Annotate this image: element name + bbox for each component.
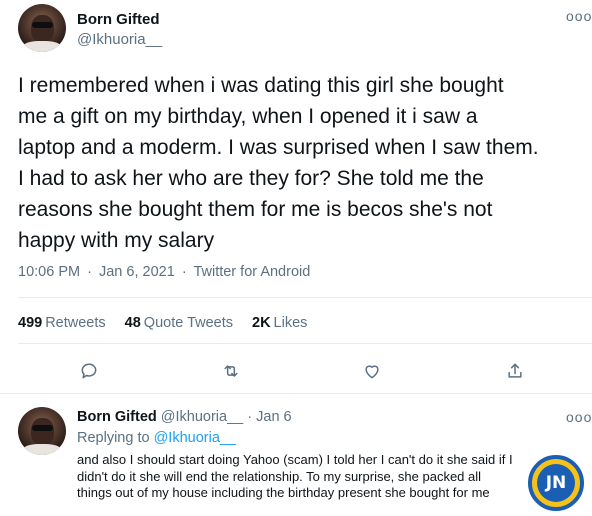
replying-prefix: Replying to (77, 430, 150, 446)
meta-separator: · (181, 264, 187, 280)
tweet-date[interactable]: Jan 6 (256, 409, 291, 425)
avatar[interactable] (18, 407, 66, 455)
user-handle[interactable]: @Ikhuoria__ (161, 409, 243, 425)
retweet-icon[interactable] (218, 358, 244, 384)
share-icon[interactable] (502, 358, 528, 384)
divider (18, 343, 592, 344)
user-handle[interactable]: @Ikhuoria__ (77, 31, 162, 48)
more-options-icon[interactable]: ooo (566, 9, 592, 23)
display-name[interactable]: Born Gifted (77, 409, 157, 425)
reply-text: and also I should start doing Yahoo (sca… (77, 452, 513, 500)
meta-separator: · (247, 409, 253, 425)
watermark-text: JN (537, 464, 575, 502)
more-options-icon[interactable]: ooo (566, 410, 592, 424)
likes-stat[interactable]: 2K Likes (252, 315, 307, 331)
replying-to: Replying to @Ikhuoria__ (77, 430, 236, 446)
tweet-time[interactable]: 10:06 PM (18, 264, 80, 280)
divider (18, 297, 592, 298)
main-tweet: Born Gifted @Ikhuoria__ ooo I remembered… (0, 0, 592, 394)
retweets-stat[interactable]: 499 Retweets (18, 315, 106, 331)
tweet-meta: 10:06 PM · Jan 6, 2021 · Twitter for And… (18, 264, 310, 280)
action-bar (0, 358, 592, 386)
reply-header: Born Gifted @Ikhuoria__ · Jan 6 (77, 409, 292, 425)
tweet-stats: 499 Retweets 48 Quote Tweets 2K Likes (18, 315, 326, 331)
tweet-source[interactable]: Twitter for Android (193, 264, 310, 280)
like-icon[interactable] (359, 358, 385, 384)
avatar[interactable] (18, 4, 66, 52)
tweet-date[interactable]: Jan 6, 2021 (99, 264, 175, 280)
watermark-logo: JN (528, 455, 584, 511)
replying-to-link[interactable]: @Ikhuoria__ (154, 430, 236, 446)
meta-separator: · (87, 264, 92, 280)
quote-tweets-stat[interactable]: 48 Quote Tweets (125, 315, 233, 331)
reply-icon[interactable] (76, 358, 102, 384)
tweet-text: I remembered when i was dating this girl… (18, 74, 539, 252)
display-name[interactable]: Born Gifted (77, 11, 160, 28)
